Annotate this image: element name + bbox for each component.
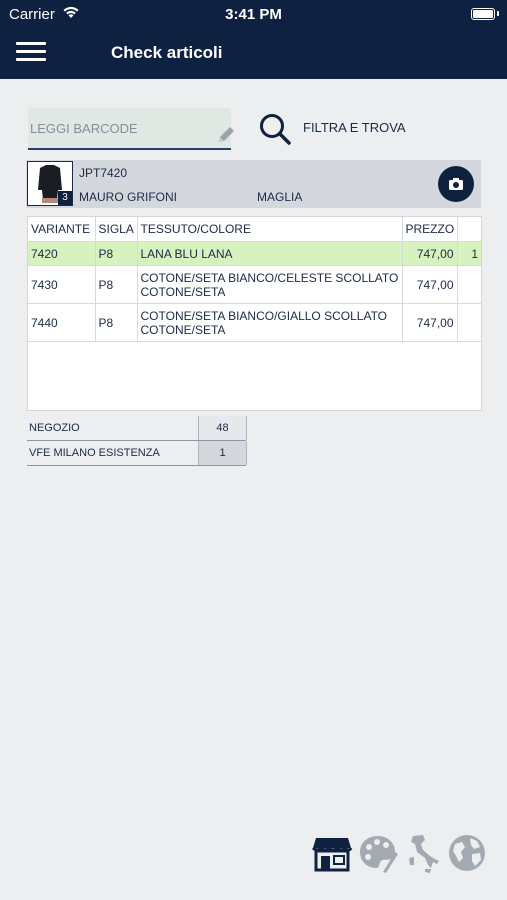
camera-icon xyxy=(449,178,463,190)
table-row[interactable]: 7420 P8 LANA BLU LANA 747,00 1 xyxy=(28,241,481,266)
palette-icon[interactable] xyxy=(357,832,399,874)
column-header-variante: VARIANTE xyxy=(28,217,96,242)
table-header-row: VARIANTE SIGLA TESSUTO/COLORE PREZZO xyxy=(28,217,481,242)
table-row[interactable]: 7440 P8 COTONE/SETA BIANCO/GIALLO SCOLLA… xyxy=(28,303,481,342)
cell-variante: 7420 xyxy=(28,241,96,266)
app-header: Carrier 3:41 PM Check articoli xyxy=(0,0,507,79)
stock-row: VFE MILANO ESISTENZA 1 xyxy=(27,441,247,466)
globe-icon[interactable] xyxy=(446,832,488,874)
cell-sigla: P8 xyxy=(95,241,138,266)
battery-nub xyxy=(497,11,499,16)
cell-tessuto: COTONE/SETA BIANCO/GIALLO SCOLLATO COTON… xyxy=(137,303,403,342)
cell-prezzo: 747,00 xyxy=(402,303,458,342)
camera-button[interactable] xyxy=(438,166,474,202)
cell-sigla: P8 xyxy=(95,303,138,342)
column-header-tessuto: TESSUTO/COLORE xyxy=(137,217,403,242)
stock-table: NEGOZIO 48 VFE MILANO ESISTENZA 1 xyxy=(27,416,247,466)
hamburger-menu-icon[interactable] xyxy=(16,42,46,62)
stock-label: VFE MILANO ESISTENZA xyxy=(29,447,160,459)
cell-tessuto: COTONE/SETA BIANCO/CELESTE SCOLLATO COTO… xyxy=(137,265,403,304)
italy-map-icon[interactable] xyxy=(403,832,445,874)
cell-count: 1 xyxy=(457,241,481,266)
cell-sigla: P8 xyxy=(95,265,138,304)
stock-label: NEGOZIO xyxy=(29,422,80,434)
article-brand: MAURO GRIFONI xyxy=(79,190,177,204)
stock-value: 1 xyxy=(198,441,247,465)
clock-label: 3:41 PM xyxy=(225,6,282,23)
barcode-input[interactable] xyxy=(28,108,215,148)
stock-row: NEGOZIO 48 xyxy=(27,416,247,441)
cell-tessuto: LANA BLU LANA xyxy=(137,241,403,266)
filter-find-button[interactable]: FILTRA E TROVA xyxy=(303,120,406,135)
cell-count xyxy=(457,303,481,342)
cell-prezzo: 747,00 xyxy=(402,241,458,266)
battery-icon xyxy=(471,8,495,20)
column-header-prezzo: PREZZO xyxy=(402,217,458,242)
barcode-field[interactable] xyxy=(28,108,234,150)
article-code: JPT7420 xyxy=(79,166,128,180)
variants-table: VARIANTE SIGLA TESSUTO/COLORE PREZZO 742… xyxy=(27,216,482,411)
thumbnail-count-badge: 3 xyxy=(58,191,72,205)
cell-variante: 7440 xyxy=(28,303,96,342)
status-bar: Carrier 3:41 PM xyxy=(0,0,507,28)
pencil-icon[interactable] xyxy=(215,124,237,146)
article-card: 3 JPT7420 MAURO GRIFONI MAGLIA xyxy=(26,160,481,208)
article-type: MAGLIA xyxy=(257,190,303,204)
cell-count xyxy=(457,265,481,304)
store-icon[interactable] xyxy=(311,832,353,874)
cell-prezzo: 747,00 xyxy=(402,265,458,304)
article-thumbnail[interactable]: 3 xyxy=(27,161,73,206)
cell-variante: 7430 xyxy=(28,265,96,304)
page-title: Check articoli xyxy=(111,43,223,62)
table-row[interactable]: 7430 P8 COTONE/SETA BIANCO/CELESTE SCOLL… xyxy=(28,265,481,304)
stock-value: 48 xyxy=(198,416,247,440)
search-icon[interactable] xyxy=(258,112,292,146)
column-header-count xyxy=(457,217,481,242)
column-header-sigla: SIGLA xyxy=(95,217,138,242)
